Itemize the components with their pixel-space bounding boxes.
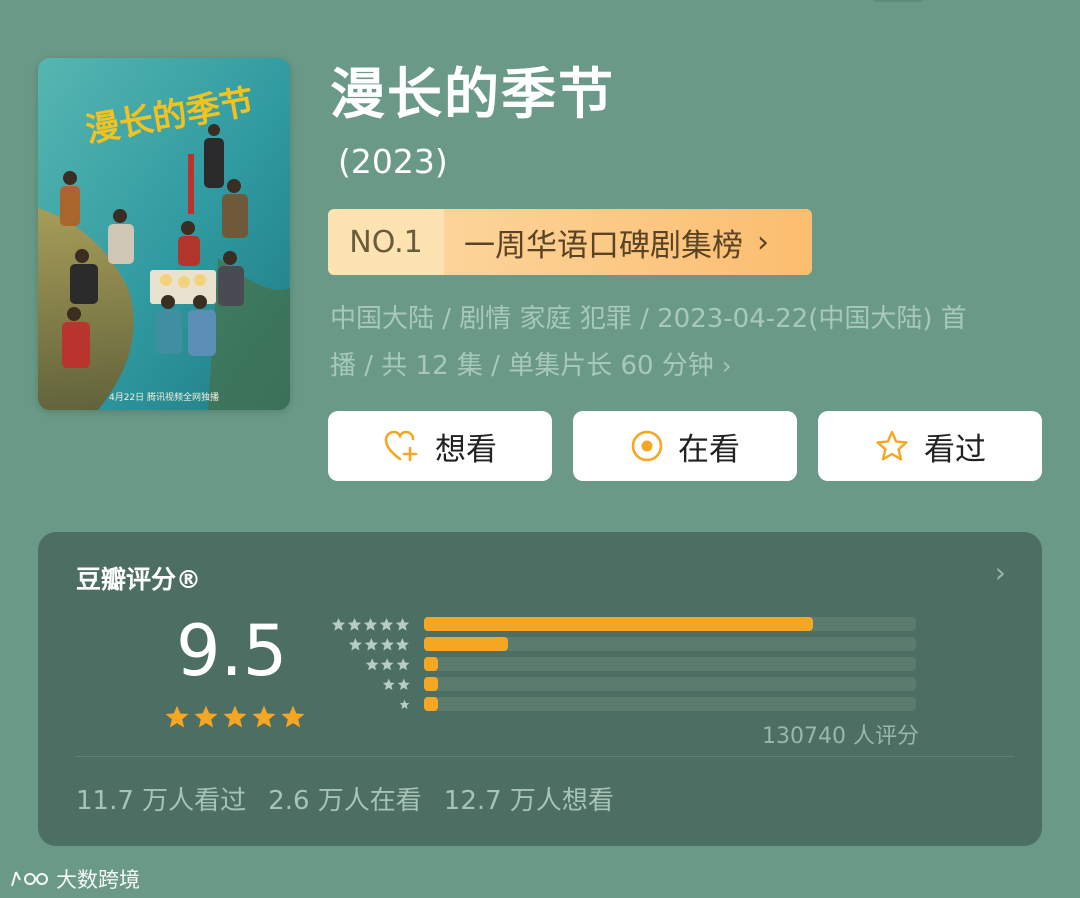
distribution-stars [348,636,410,653]
star-icon [281,705,305,728]
watched-button[interactable]: 看过 [818,411,1042,481]
show-meta[interactable]: 中国大陆 / 剧情 家庭 犯罪 / 2023-04-22(中国大陆) 首 播 /… [330,296,1030,390]
chevron-right-icon[interactable]: › [995,556,1006,589]
distribution-row-4 [320,636,920,652]
watch-stats: 11.7 万人看过 2.6 万人在看 12.7 万人想看 [76,780,614,817]
distribution-row-3 [320,656,920,672]
star-icon [380,637,394,650]
watching-count: 2.6 万人在看 [268,786,422,816]
chevron-right-icon: › [721,352,732,380]
star-icon [223,705,247,728]
poster-image[interactable]: 漫长的季节 4月22日 腾讯视频全网独播 [38,58,290,410]
distribution-stars [331,616,410,633]
star-icon [347,617,362,631]
star-icon [395,617,410,631]
distribution-bar-fill [424,697,438,711]
star-outline-icon [876,430,908,461]
watermark-text: 大数跨境 [56,868,140,892]
ranking-number: NO.1 [328,209,444,275]
star-icon [331,617,346,631]
distribution-row-5 [320,616,920,632]
want-to-watch-button[interactable]: 想看 [328,411,552,481]
distribution-bar-track [424,617,916,631]
distribution-bar-fill [424,677,438,691]
star-icon [252,705,276,728]
watermark: 大数跨境 [10,864,140,894]
heart-plus-icon [384,430,418,462]
distribution-bar-fill [424,637,508,651]
watching-button[interactable]: 在看 [573,411,797,481]
ranking-badge[interactable]: NO.1 一周华语口碑剧集榜 › [328,209,812,275]
meta-line-1: 中国大陆 / 剧情 家庭 犯罪 / 2023-04-22(中国大陆) 首 [330,304,967,334]
star-icon [397,678,410,690]
star-icon [379,617,394,631]
divider [76,756,1014,757]
distribution-bar-track [424,637,916,651]
rating-card[interactable]: 豆瓣评分® › 9.5 130740 人评分 11.7 万人看过 2.6 万人在… [38,532,1042,846]
watermark-logo-icon [11,871,48,887]
distribution-stars [365,656,410,673]
distribution-row-1 [320,696,920,712]
star-icon [365,657,379,670]
show-title: 漫长的季节 [330,62,616,126]
star-icon [396,657,410,670]
watching-label: 在看 [678,431,740,468]
rating-stars [164,704,306,730]
distribution-bar-fill [424,657,438,671]
want-count: 12.7 万人想看 [443,786,614,816]
star-icon [396,637,410,650]
poster-credits: 4月22日 腾讯视频全网独播 [109,391,219,403]
star-icon [363,617,378,631]
star-icon [381,657,394,670]
star-icon [348,637,362,650]
distribution-bar-track [424,697,916,711]
distribution-bar-track [424,677,916,691]
distribution-bar-fill [424,617,813,631]
star-icon [382,678,395,690]
want-to-watch-label: 想看 [435,431,497,468]
star-icon [364,637,378,650]
meta-line-2: 播 / 共 12 集 / 单集片长 60 分钟 [330,351,714,381]
ranking-name: 一周华语口碑剧集榜 [464,227,743,264]
distribution-stars [399,696,410,713]
star-icon [399,699,410,709]
distribution-row-2 [320,676,920,692]
ranking-name-container: 一周华语口碑剧集榜 › [444,209,812,275]
rating-count: 130740 人评分 [762,724,919,749]
show-year: (2023) [338,142,448,181]
chevron-right-icon: › [757,224,769,260]
watched-label: 看过 [924,431,986,468]
rating-score: 9.5 [176,610,288,692]
distribution-bar-track [424,657,916,671]
target-icon [631,430,663,462]
rating-title: 豆瓣评分® [76,565,202,594]
star-icon [165,705,189,728]
watched-count: 11.7 万人看过 [76,786,247,816]
star-icon [194,705,218,728]
status-sliver [870,0,926,2]
distribution-stars [382,676,410,693]
